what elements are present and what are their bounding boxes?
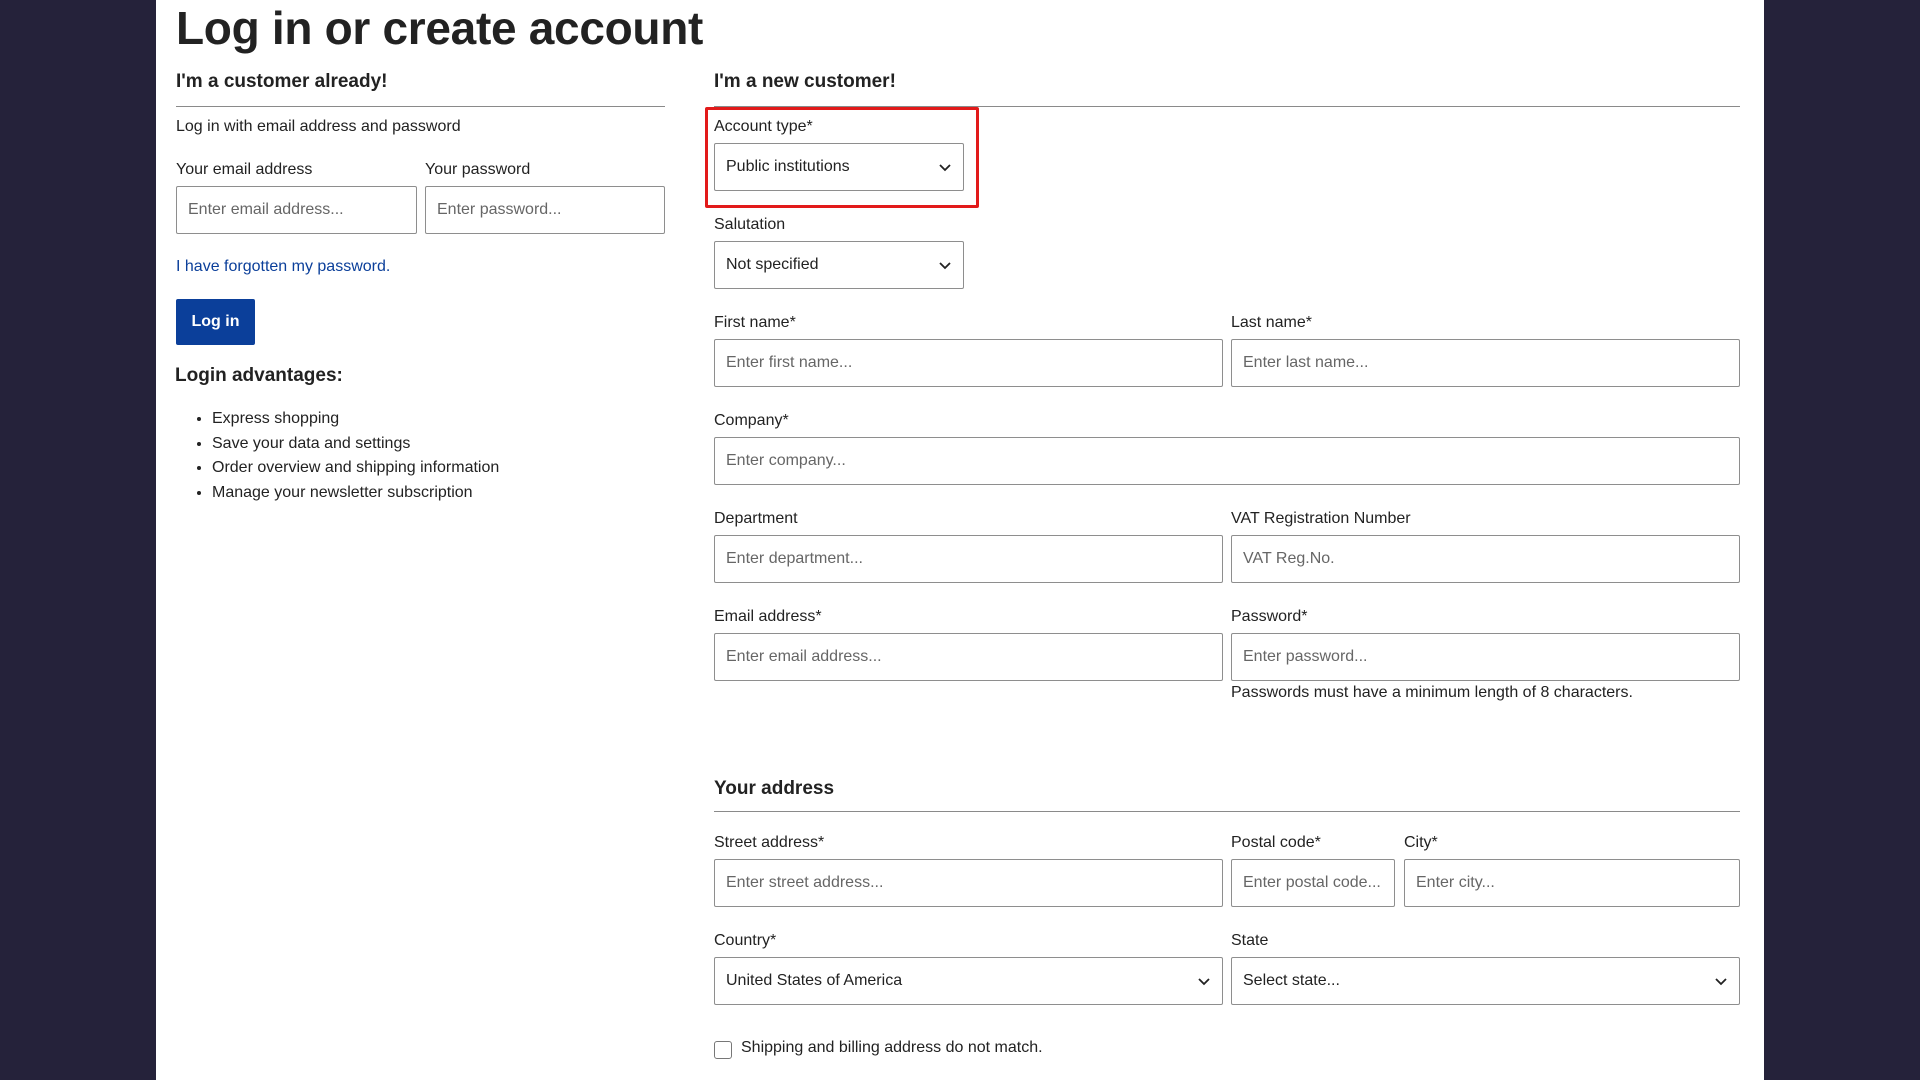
department-label: Department — [714, 510, 798, 527]
login-password-input[interactable] — [425, 186, 665, 234]
last-name-label: Last name* — [1231, 314, 1312, 331]
list-item: Express shopping — [212, 407, 499, 432]
chevron-down-icon — [939, 164, 951, 172]
list-item: Save your data and settings — [212, 432, 499, 457]
account-type-value: Public institutions — [726, 158, 850, 175]
company-label: Company* — [714, 412, 789, 429]
register-heading: I'm a new customer! — [714, 71, 896, 92]
city-label: City* — [1404, 834, 1438, 851]
salutation-label: Salutation — [714, 216, 786, 233]
different-billing-checkbox[interactable] — [714, 1041, 732, 1059]
list-item: Order overview and shipping information — [212, 456, 499, 481]
department-input[interactable] — [714, 535, 1223, 583]
address-divider — [714, 811, 1740, 812]
register-password-input[interactable] — [1231, 633, 1740, 681]
login-advantages-heading: Login advantages: — [175, 365, 343, 386]
country-label: Country* — [714, 932, 777, 949]
forgot-password-link[interactable]: I have forgotten my password. — [176, 258, 390, 276]
vat-number-label: VAT Registration Number — [1231, 510, 1411, 527]
postal-code-label: Postal code* — [1231, 834, 1321, 851]
state-value: Select state... — [1243, 972, 1340, 989]
last-name-input[interactable] — [1231, 339, 1740, 387]
salutation-value: Not specified — [726, 256, 819, 273]
postal-code-input[interactable] — [1231, 859, 1395, 907]
register-password-label: Password* — [1231, 608, 1308, 625]
salutation-select[interactable]: Not specified — [714, 241, 964, 289]
street-label: Street address* — [714, 834, 825, 851]
state-label: State — [1231, 932, 1269, 949]
login-divider — [176, 106, 665, 107]
state-select[interactable]: Select state... — [1231, 957, 1740, 1005]
login-button[interactable]: Log in — [176, 299, 255, 345]
account-type-label: Account type* — [714, 118, 813, 135]
login-email-label: Your email address — [176, 161, 313, 178]
list-item: Manage your newsletter subscription — [212, 481, 499, 506]
register-email-input[interactable] — [714, 633, 1223, 681]
login-intro: Log in with email address and password — [176, 118, 461, 135]
chevron-down-icon — [1198, 978, 1210, 986]
login-heading: I'm a customer already! — [176, 71, 388, 92]
country-select[interactable]: United States of America — [714, 957, 1223, 1005]
first-name-input[interactable] — [714, 339, 1223, 387]
company-input[interactable] — [714, 437, 1740, 485]
chevron-down-icon — [939, 262, 951, 270]
account-type-select[interactable]: Public institutions — [714, 143, 964, 191]
address-heading: Your address — [714, 778, 835, 799]
register-email-label: Email address* — [714, 608, 822, 625]
chevron-down-icon — [1715, 978, 1727, 986]
vat-number-input[interactable] — [1231, 535, 1740, 583]
different-billing-label[interactable]: Shipping and billing address do not matc… — [741, 1039, 1043, 1057]
login-advantages-list: Express shopping Save your data and sett… — [176, 407, 499, 505]
city-input[interactable] — [1404, 859, 1740, 907]
login-password-label: Your password — [425, 161, 531, 178]
page-container: Log in or create account I'm a customer … — [156, 0, 1764, 1080]
page-title: Log in or create account — [176, 2, 704, 54]
street-input[interactable] — [714, 859, 1223, 907]
first-name-label: First name* — [714, 314, 796, 331]
password-hint: Passwords must have a minimum length of … — [1231, 684, 1633, 701]
country-value: United States of America — [726, 972, 903, 989]
login-email-input[interactable] — [176, 186, 417, 234]
